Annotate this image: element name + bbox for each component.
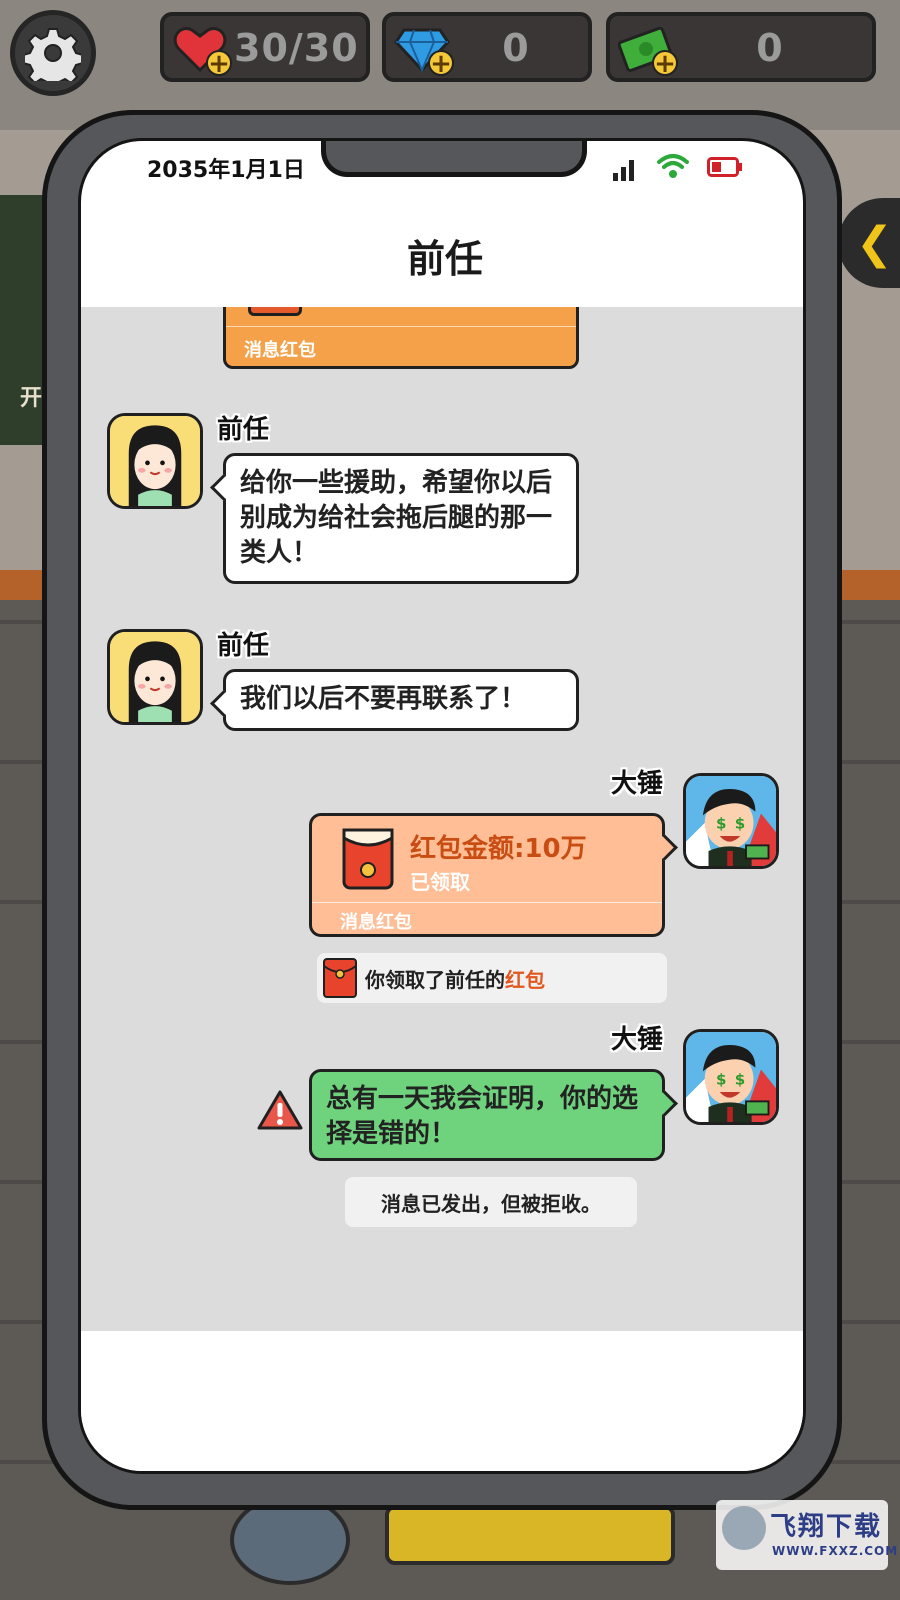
add-cash-icon[interactable]: +: [652, 50, 678, 77]
battery-low-icon: [707, 157, 742, 177]
red-envelope-icon: [342, 828, 394, 890]
boy-money-avatar-icon: $ $: [686, 1032, 776, 1122]
sender-name: 大锤: [611, 1025, 664, 1055]
warning-icon[interactable]: [257, 1089, 303, 1131]
outgoing-message-bubble[interactable]: 总有一天我会证明，你的选择是错的！: [309, 1069, 665, 1161]
received-note-highlight: 红包: [505, 967, 545, 992]
card-divider: [312, 902, 662, 903]
gear-icon: [25, 28, 81, 81]
svg-text:$: $: [716, 815, 726, 833]
chevron-left-icon: ❮: [856, 218, 893, 269]
hearts-value: 30/30: [234, 26, 359, 70]
sender-name: 前任: [217, 631, 270, 661]
settings-button[interactable]: [10, 10, 96, 96]
red-envelope-icon: [248, 307, 302, 316]
watermark-text: 飞翔下载: [770, 1512, 883, 1542]
received-note-text: 你领取了前任的: [365, 967, 505, 992]
chat-title: 前任: [406, 237, 483, 281]
sender-name: 大锤: [611, 769, 664, 799]
avatar-ex[interactable]: [107, 413, 203, 509]
svg-text:$: $: [716, 1071, 726, 1089]
red-packet-label: 消息红包: [244, 340, 316, 361]
status-date: 2035年1月1日: [147, 158, 305, 183]
red-envelope-icon: [323, 958, 357, 998]
gems-counter[interactable]: + 0: [382, 12, 592, 82]
signal-icon: [613, 160, 634, 181]
red-packet-amount: 红包金额:10万: [410, 834, 587, 864]
cash-counter[interactable]: + 0: [606, 12, 876, 82]
card-divider: [226, 326, 576, 327]
girl-avatar-icon: [110, 632, 200, 722]
chat-message-list[interactable]: 消息红包 前任 给你一些援助，希望你以后别成为给社会拖后腿的那一类人！ 前任 我…: [81, 307, 803, 1331]
phone-notch: [321, 141, 587, 177]
received-red-packet-note: 你领取了前任的 红包: [317, 953, 667, 1003]
site-watermark: 飞翔下载 WWW.FXXZ.COM: [716, 1500, 897, 1570]
phone-screen: 2035年1月1日 前任 消息红包 前任 给你一些援助，希望你以后别成为给社会拖…: [78, 138, 806, 1474]
message-bubble[interactable]: 给你一些援助，希望你以后别成为给社会拖后腿的那一类人！: [223, 453, 579, 584]
add-hearts-icon[interactable]: +: [206, 50, 232, 77]
avatar-self[interactable]: $ $: [683, 773, 779, 869]
red-packet-status: 已领取: [410, 870, 470, 894]
add-gems-icon[interactable]: +: [428, 50, 454, 77]
sender-name: 前任: [217, 415, 270, 445]
message-rejected-note: 消息已发出，但被拒收。: [345, 1177, 637, 1227]
red-packet-label: 消息红包: [340, 912, 412, 933]
svg-text:$: $: [735, 1071, 745, 1089]
bottom-action-button[interactable]: [385, 1505, 675, 1565]
cash-value: 0: [756, 26, 784, 70]
chat-footer: [81, 1331, 803, 1471]
svg-text:$: $: [735, 815, 745, 833]
red-packet-card-previous[interactable]: 消息红包: [223, 307, 579, 369]
hearts-counter[interactable]: + 30/30: [160, 12, 370, 82]
wifi-icon: [657, 154, 689, 178]
red-packet-card[interactable]: 红包金额:10万 已领取 消息红包: [309, 813, 665, 937]
girl-avatar-icon: [110, 416, 200, 506]
message-bubble[interactable]: 我们以后不要再联系了！: [223, 669, 579, 731]
avatar-ex[interactable]: [107, 629, 203, 725]
watermark-logo-icon: [722, 1506, 766, 1550]
gems-value: 0: [502, 26, 530, 70]
avatar-self[interactable]: $ $: [683, 1029, 779, 1125]
left-panel-text: 开: [20, 386, 43, 411]
watermark-url: WWW.FXXZ.COM: [772, 1544, 899, 1558]
boy-money-avatar-icon: $ $: [686, 776, 776, 866]
